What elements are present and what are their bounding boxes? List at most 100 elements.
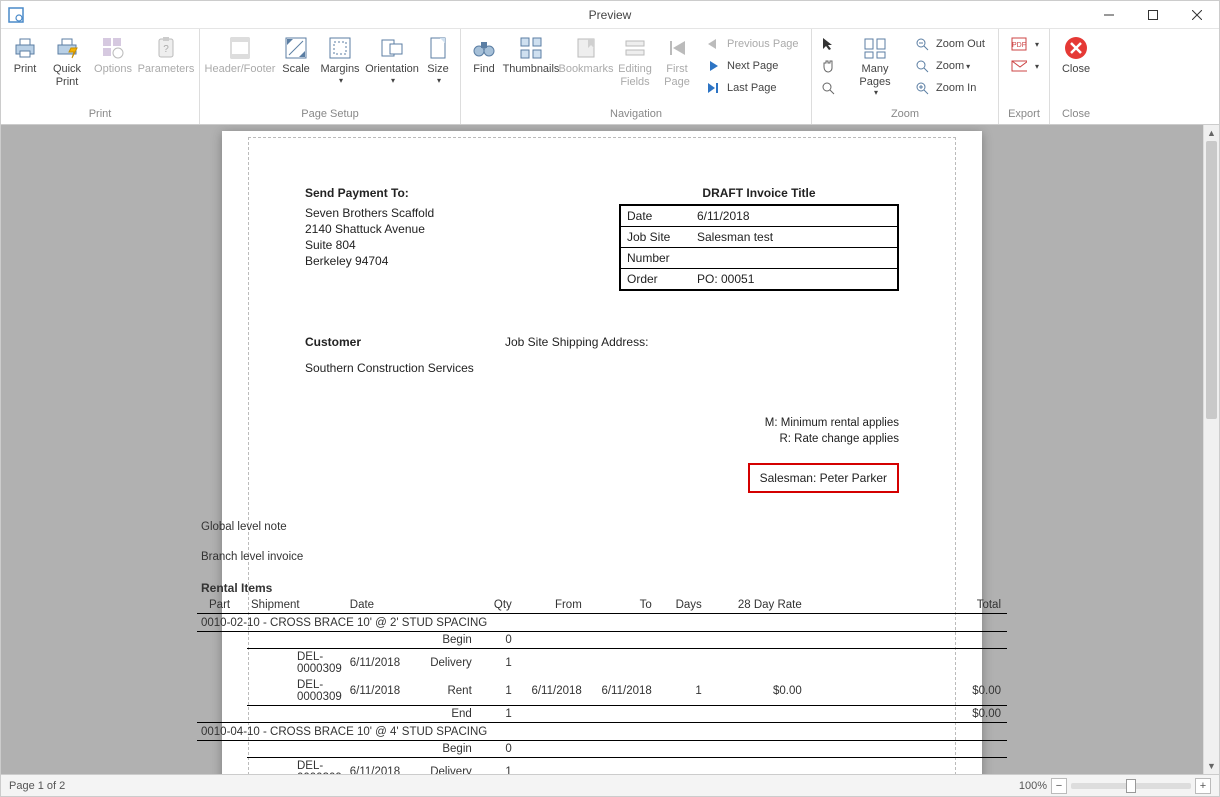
bookmarks-button[interactable]: Bookmarks (559, 31, 613, 106)
invoice-row-value (691, 248, 897, 268)
editing-fields-icon (622, 35, 648, 61)
invoice-row-key: Job Site (621, 227, 691, 247)
item-group-row: 0010-04-10 - CROSS BRACE 10' @ 4' STUD S… (197, 723, 1007, 741)
label: Zoom In (936, 82, 976, 94)
scroll-up-button[interactable]: ▲ (1204, 125, 1219, 141)
margins-icon (327, 35, 353, 61)
label: Parameters (138, 63, 195, 76)
minimize-button[interactable] (1087, 1, 1131, 29)
zoom-out-button[interactable]: Zoom Out (908, 33, 992, 55)
invoice-row-key: Order (621, 269, 691, 289)
group-label: Page Setup (204, 106, 456, 124)
zoom-button[interactable]: Zoom▾ (908, 55, 992, 77)
pointer-tool-button[interactable] (818, 33, 842, 55)
header-footer-icon (227, 35, 253, 61)
label: Next Page (727, 60, 778, 72)
scroll-down-button[interactable]: ▼ (1204, 758, 1219, 774)
label: Zoom (936, 60, 964, 72)
col-qty: Qty (476, 597, 516, 614)
item-begin-row: Begin0 (197, 632, 1007, 649)
invoice-row-value: PO: 00051 (691, 269, 897, 289)
label: Previous Page (727, 38, 799, 50)
scale-button[interactable]: Scale (276, 31, 316, 106)
bookmark-icon (573, 35, 599, 61)
col-date: Date (346, 597, 416, 614)
prev-icon (705, 36, 721, 52)
addr1: 2140 Shattuck Avenue (305, 222, 605, 236)
hand-icon (821, 58, 835, 74)
app-icon (7, 6, 25, 24)
zoom-minus-button[interactable]: − (1051, 778, 1067, 794)
label: Bookmarks (558, 63, 613, 76)
close-window-button[interactable] (1175, 1, 1219, 29)
label: Many Pages (846, 63, 904, 88)
col-part: Part (197, 597, 247, 614)
page-indicator: Page 1 of 2 (1, 780, 1019, 792)
header-footer-button[interactable]: Header/Footer (204, 31, 276, 106)
invoice-row-value: Salesman test (691, 227, 897, 247)
group-label: Navigation (465, 106, 807, 124)
invoice-row-key: Date (621, 206, 691, 226)
many-pages-button[interactable]: Many Pages▾ (844, 31, 906, 106)
next-page-button[interactable]: Next Page (699, 55, 805, 77)
customer-heading: Customer (305, 335, 505, 349)
hand-tool-button[interactable] (818, 55, 842, 77)
scroll-track[interactable] (1204, 141, 1219, 758)
col-rate: 28 Day Rate (706, 597, 806, 614)
window-controls (1087, 1, 1219, 29)
legend-minimum: M: Minimum rental applies (305, 415, 899, 431)
clipboard-icon: ? (153, 35, 179, 61)
export-mail-icon (1011, 58, 1027, 74)
group-label: Export (1003, 106, 1045, 124)
ribbon-group-close: Close Close (1050, 29, 1102, 124)
last-page-button[interactable]: Last Page (699, 77, 805, 99)
item-row: DEL-00003096/11/2018Rent16/11/20186/11/2… (197, 677, 1007, 706)
printer-lightning-icon (54, 35, 80, 61)
vertical-scrollbar[interactable]: ▲ ▼ (1203, 125, 1219, 774)
first-page-icon (664, 35, 690, 61)
label: Options (94, 63, 132, 76)
find-button[interactable]: Find (465, 31, 503, 106)
zoom-slider-handle[interactable] (1126, 779, 1136, 793)
editing-fields-button[interactable]: Editing Fields (613, 31, 657, 106)
size-button[interactable]: Size▾ (420, 31, 456, 106)
scroll-thumb[interactable] (1206, 141, 1217, 419)
item-group-row: 0010-02-10 - CROSS BRACE 10' @ 2' STUD S… (197, 614, 1007, 632)
parameters-button[interactable]: ? Parameters (137, 31, 195, 106)
invoice-title: DRAFT Invoice Title (619, 186, 899, 200)
ribbon: Print Quick Print Options ? Parameters P… (1, 29, 1219, 125)
zoom-plus-button[interactable]: + (1195, 778, 1211, 794)
maximize-button[interactable] (1131, 1, 1175, 29)
svg-text:PDF: PDF (1012, 42, 1026, 49)
col-shipment: Shipment (247, 597, 346, 614)
export-pdf-button[interactable]: PDF▾ (1005, 33, 1043, 55)
zoom-in-button[interactable]: Zoom In (908, 77, 992, 99)
previous-page-button[interactable]: Previous Page (699, 33, 805, 55)
export-pdf-icon: PDF (1011, 36, 1027, 52)
note-branch: Branch level invoice (201, 551, 1003, 563)
company-name: Seven Brothers Scaffold (305, 206, 605, 220)
zoom-slider[interactable] (1071, 783, 1191, 789)
options-button[interactable]: Options (89, 31, 137, 106)
margins-button[interactable]: Margins▾ (316, 31, 364, 106)
quick-print-button[interactable]: Quick Print (45, 31, 89, 106)
col-from: From (516, 597, 586, 614)
zoom-percent: 100% (1019, 780, 1047, 792)
print-button[interactable]: Print (5, 31, 45, 106)
addr2: Suite 804 (305, 238, 605, 252)
orientation-button[interactable]: Orientation▾ (364, 31, 420, 106)
group-label: Print (5, 106, 195, 124)
thumbnails-button[interactable]: Thumbnails (503, 31, 559, 106)
first-page-button[interactable]: First Page (657, 31, 697, 106)
item-begin-row: Begin0 (197, 741, 1007, 758)
page-size-icon (425, 35, 451, 61)
item-row: DEL-00003096/11/2018Delivery1 (197, 649, 1007, 678)
label: Zoom Out (936, 38, 985, 50)
invoice-row-value: 6/11/2018 (691, 206, 897, 226)
ribbon-group-export: PDF▾ ▾ Export (999, 29, 1050, 124)
export-mail-button[interactable]: ▾ (1005, 55, 1043, 77)
shipping-heading: Job Site Shipping Address: (505, 335, 648, 349)
magnifier-tool-button[interactable] (818, 77, 842, 99)
close-preview-button[interactable]: Close (1054, 31, 1098, 106)
preview-scroller[interactable]: Send Payment To: Seven Brothers Scaffold… (1, 125, 1203, 774)
